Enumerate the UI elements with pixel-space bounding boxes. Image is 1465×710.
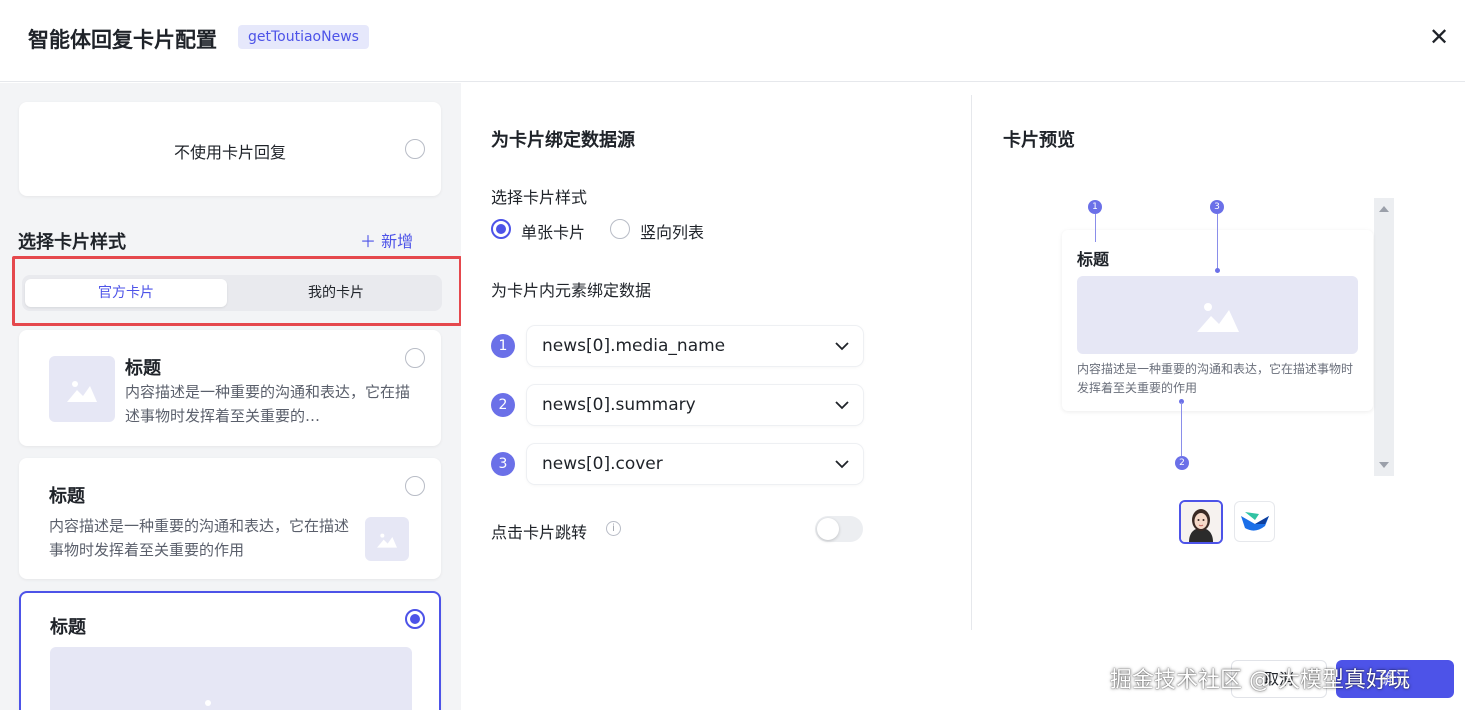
watermark-text: 掘金技术社区 @ 大模型真好玩 [1110, 668, 1410, 693]
bind-elements-title: 为卡片内元素绑定数据 [491, 281, 652, 300]
section-title-card-style: 选择卡片样式 [18, 232, 126, 253]
image-placeholder-icon [365, 517, 409, 561]
panel-divider [971, 95, 972, 630]
preview-title: 卡片预览 [1003, 130, 1075, 151]
pin-line [1095, 214, 1096, 242]
card-style-panel: 不使用卡片回复 选择卡片样式 ＋ 新增 官方卡片 我的卡片 标题 内容描述是一种… [0, 83, 461, 710]
click-jump-label: 点击卡片跳转 [491, 523, 588, 542]
pin-dot [1215, 268, 1220, 273]
card-radio[interactable] [405, 348, 425, 368]
no-card-option[interactable]: 不使用卡片回复 [19, 102, 441, 196]
chevron-down-icon [835, 342, 849, 351]
binding-number-badge: 2 [491, 393, 515, 417]
binding-select-3[interactable]: news[0].cover [527, 444, 863, 484]
add-card-button[interactable]: ＋ 新增 [360, 228, 413, 252]
card-radio[interactable] [405, 476, 425, 496]
binding-value: news[0].media_name [542, 336, 726, 356]
card-title: 标题 [49, 486, 85, 507]
preview-pin-1: 1 [1088, 200, 1102, 214]
pin-line [1181, 402, 1182, 456]
no-card-label: 不使用卡片回复 [173, 143, 286, 162]
binding-value: news[0].summary [542, 395, 696, 415]
chevron-down-icon [835, 401, 849, 410]
card-title: 标题 [50, 617, 86, 638]
click-jump-toggle[interactable] [815, 516, 863, 542]
binding-row-3: 3 news[0].cover [491, 444, 863, 484]
binding-row-1: 1 news[0].media_name [491, 326, 863, 366]
preview-pin-3: 3 [1210, 200, 1224, 214]
info-icon[interactable]: i [606, 521, 621, 536]
binding-number-badge: 3 [491, 452, 515, 476]
image-placeholder-icon [50, 647, 412, 710]
binding-select-1[interactable]: news[0].media_name [527, 326, 863, 366]
radio-vertical-list-dot[interactable] [610, 219, 630, 239]
card-desc: 内容描述是一种重要的沟通和表达，它在描述事物时发挥着至关重要的作用 [49, 517, 350, 559]
radio-single-card-dot[interactable] [491, 219, 511, 239]
binding-select-2[interactable]: news[0].summary [527, 385, 863, 425]
image-placeholder-icon [1077, 276, 1358, 354]
chevron-down-icon [835, 460, 849, 469]
app-logo-button[interactable] [1234, 501, 1275, 542]
highlight-box [12, 256, 461, 326]
avatar-preview-button[interactable] [1179, 500, 1223, 544]
preview-card-title: 标题 [1077, 250, 1110, 269]
preview-card-desc: 内容描述是一种重要的沟通和表达，它在描述事物时发挥着至关重要的作用 [1077, 362, 1354, 395]
scroll-down-icon[interactable] [1379, 462, 1389, 468]
no-card-radio[interactable] [405, 139, 425, 159]
card-template-3[interactable]: 标题 [19, 591, 441, 710]
preview-scrollbar[interactable] [1374, 198, 1394, 476]
preview-pin-2: 2 [1175, 456, 1189, 470]
binding-value: news[0].cover [542, 454, 663, 474]
dialog-title: 智能体回复卡片配置 [28, 28, 217, 52]
avatar [1181, 502, 1221, 542]
pin-line [1217, 214, 1218, 270]
binding-row-2: 2 news[0].summary [491, 385, 863, 425]
bind-datasource-title: 为卡片绑定数据源 [491, 130, 635, 151]
close-icon[interactable]: ✕ [1424, 22, 1454, 52]
card-template-2[interactable]: 标题 内容描述是一种重要的沟通和表达，它在描述事物时发挥着至关重要的作用 [19, 458, 441, 579]
radio-single-card-label: 单张卡片 [521, 223, 586, 242]
dialog-header: 智能体回复卡片配置 getToutiaoNews ✕ [0, 0, 1465, 82]
radio-vertical-list-label: 竖向列表 [640, 223, 705, 242]
app-logo-icon [1241, 512, 1269, 531]
scroll-up-icon[interactable] [1379, 206, 1389, 212]
plugin-tag: getToutiaoNews [238, 25, 369, 49]
card-template-1[interactable]: 标题 内容描述是一种重要的沟通和表达，它在描述事物时发挥着至关重要的… [19, 330, 441, 446]
style-label: 选择卡片样式 [491, 188, 588, 207]
card-title: 标题 [125, 358, 161, 379]
card-desc: 内容描述是一种重要的沟通和表达，它在描述事物时发挥着至关重要的… [125, 383, 411, 425]
binding-number-badge: 1 [491, 334, 515, 358]
card-radio-selected[interactable] [405, 609, 425, 629]
image-placeholder-icon [49, 356, 115, 422]
